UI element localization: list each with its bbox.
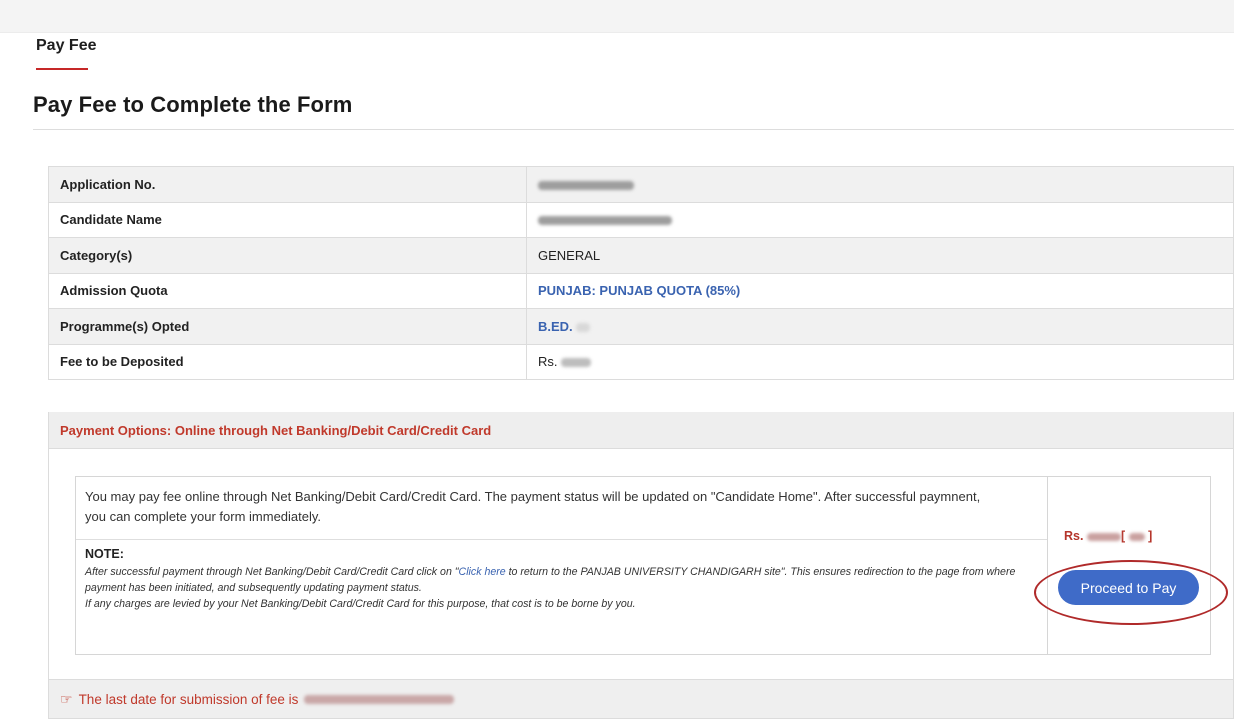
table-row: Category(s) GENERAL [48,237,1234,274]
redacted-deadline-date [304,694,455,704]
fee-label: Fee to be Deposited [48,343,527,380]
amount-prefix: Rs. [1064,529,1084,543]
fee-cell: Rs. [526,343,1234,380]
redacted-fee-amount [561,358,592,368]
pointing-hand-icon: ☞ [60,690,73,707]
note-divider [76,539,1047,540]
payment-options-heading: Payment Options: Online through Net Bank… [48,412,1234,449]
table-row: Fee to be Deposited Rs. [48,343,1234,380]
candidate-name-label: Candidate Name [48,201,527,238]
table-row: Application No. [48,166,1234,203]
payment-action-panel: Rs. [ ] Proceed to Pay [1048,477,1210,654]
admission-quota-value: PUNJAB: PUNJAB QUOTA (85%) [526,272,1234,309]
admission-quota-label: Admission Quota [48,272,527,309]
category-label: Category(s) [48,237,527,274]
page-title: Pay Fee to Complete the Form [33,92,353,117]
tab-active-indicator [36,68,88,70]
note-text: After successful payment through Net Ban… [85,564,1040,612]
programme-opted-label: Programme(s) Opted [48,308,527,345]
payment-info-panel: You may pay fee online through Net Banki… [76,477,1048,654]
redacted-application-no [538,180,634,190]
category-value: GENERAL [526,237,1234,274]
proceed-to-pay-button[interactable]: Proceed to Pay [1058,570,1199,605]
top-bar [0,0,1234,33]
note-heading: NOTE: [85,547,124,561]
redacted-currency [1128,532,1145,541]
redacted-candidate-name [538,216,672,226]
table-row: Candidate Name [48,201,1234,238]
payment-box: You may pay fee online through Net Banki… [75,476,1211,655]
amount-bracket-close: ] [1148,529,1153,543]
title-divider [33,129,1234,130]
table-row: Admission Quota PUNJAB: PUNJAB QUOTA (85… [48,272,1234,309]
click-here-link[interactable]: Click here [459,566,506,578]
redacted-programme-suffix [576,322,591,332]
application-no-label: Application No. [48,166,527,203]
candidate-name-value [526,201,1234,238]
payable-amount: Rs. [ ] [1064,529,1152,543]
fee-prefix: Rs. [538,354,558,370]
application-no-value [526,166,1234,203]
tab-pay-fee[interactable]: Pay Fee [36,37,96,55]
application-details-table: Application No. Candidate Name Category(… [48,166,1234,380]
fee-deadline-notice: ☞ The last date for submission of fee is [48,679,1234,719]
programme-opted-value: B.ED. [538,318,573,334]
payment-description: You may pay fee online through Net Banki… [85,489,981,524]
amount-bracket-open: [ [1120,529,1126,543]
note-line1-start: After successful payment through Net Ban… [85,566,459,578]
table-row: Programme(s) Opted B.ED. [48,308,1234,345]
deadline-text: The last date for submission of fee is [78,691,299,707]
note-line2: If any charges are levied by your Net Ba… [85,598,636,610]
redacted-amount [1086,532,1121,541]
programme-opted-cell: B.ED. [526,308,1234,345]
